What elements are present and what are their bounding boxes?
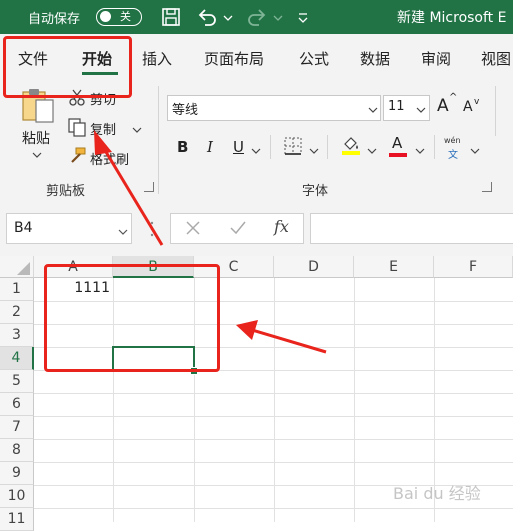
- annotation-arrowhead-left: [236, 320, 258, 340]
- annotation-arrowhead-up: [94, 130, 112, 155]
- annotation-arrow-line-left: [251, 328, 327, 354]
- annotation-arrow-line-up: [98, 141, 164, 246]
- annotation-arrows: [94, 130, 327, 354]
- watermark: Bai du 经验: [393, 484, 481, 503]
